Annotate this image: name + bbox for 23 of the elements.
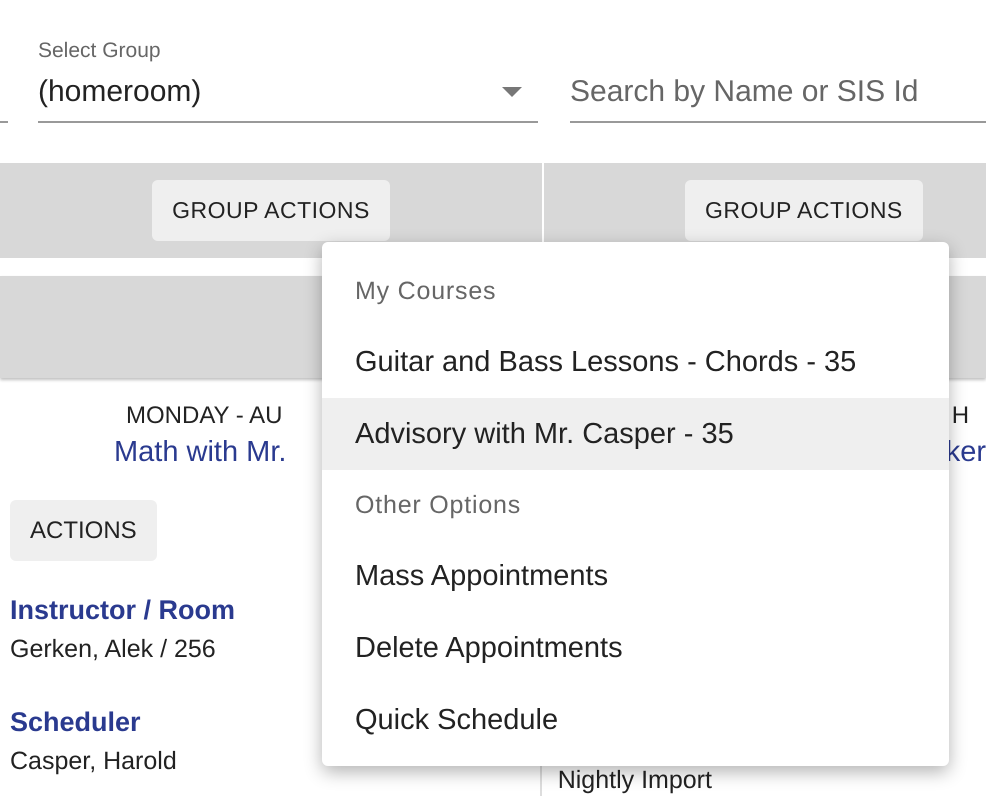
detail-label: Instructor / Room [10,594,236,627]
menu-item[interactable]: Delete Appointments [322,612,949,684]
detail-label: Scheduler [10,706,142,739]
group-actions-button[interactable]: GROUP ACTIONS [685,180,923,241]
menu-item[interactable]: Mass Appointments [322,540,949,612]
menu-item[interactable]: Guitar and Bass Lessons - Chords - 35 [322,326,949,398]
select-value: (homeroom) [38,75,202,109]
search-field[interactable]: Search by Name or SIS Id [570,75,986,123]
menu-section-header: My Courses [354,276,498,307]
detail-value: Casper, Harold [10,746,178,777]
caret-icon [502,87,522,97]
day-heading: H [952,402,970,430]
menu-item[interactable]: Advisory with Mr. Casper - 35 [322,398,949,470]
detail-value: Nightly Import [558,765,712,796]
group-actions-button[interactable]: GROUP ACTIONS [152,180,390,241]
select-label: Select Group [38,39,162,63]
menu-section-header: Other Options [354,490,522,521]
course-link[interactable]: Math with Mr. [114,434,286,470]
detail-value: Gerken, Alek / 256 [10,634,217,665]
menu-item[interactable]: Quick Schedule [322,684,949,756]
actions-button[interactable]: ACTIONS [10,500,157,561]
day-heading: MONDAY - AU [126,402,282,430]
group-select[interactable]: Select Group (homeroom) [38,39,538,123]
